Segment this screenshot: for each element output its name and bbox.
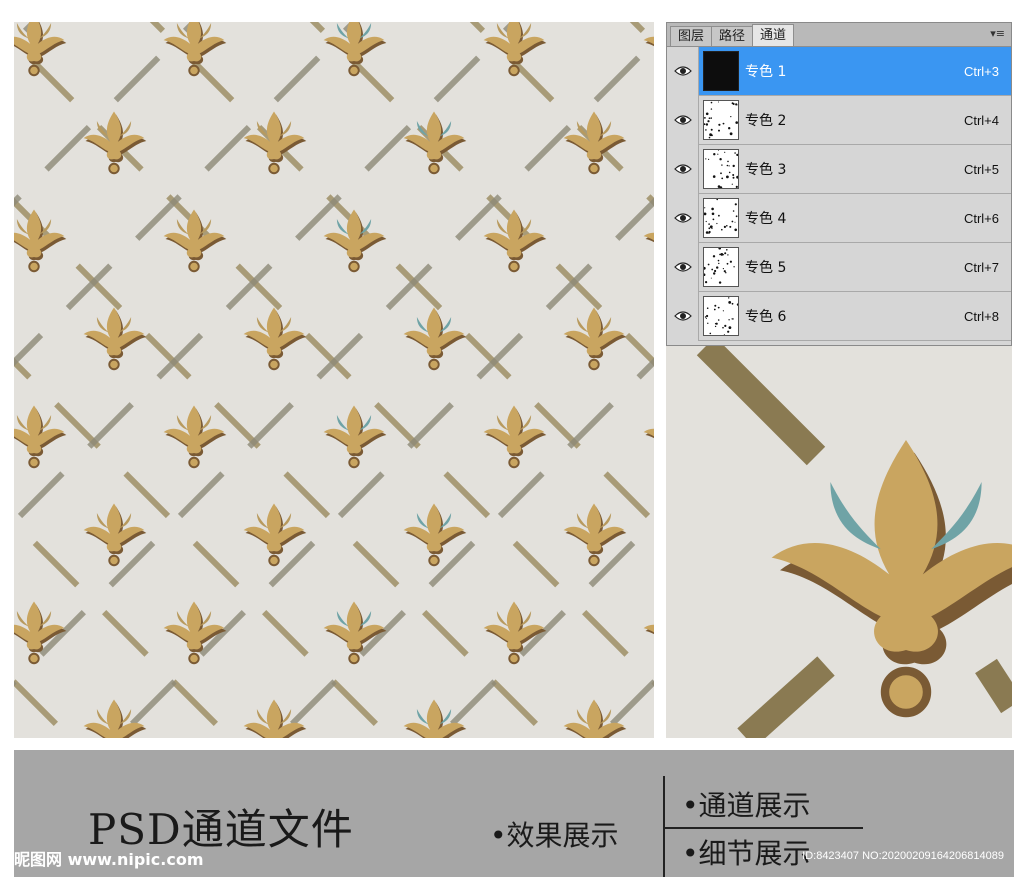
eye-icon[interactable] <box>667 242 699 292</box>
divider-horizontal <box>663 827 863 829</box>
channel-thumbnail <box>703 51 739 91</box>
channel-row[interactable]: 专色 1 Ctrl+3 <box>667 46 1011 96</box>
eye-icon[interactable] <box>667 291 699 341</box>
pattern-preview <box>14 22 654 738</box>
damask-pattern <box>14 22 654 738</box>
channel-name: 专色 6 <box>745 309 787 325</box>
channel-shortcut: Ctrl+3 <box>963 63 999 79</box>
eye-icon[interactable] <box>667 193 699 243</box>
watermark-logo: 昵图网 www.nipic.com <box>14 850 204 869</box>
channel-name: 专色 3 <box>745 162 787 178</box>
damask-detail <box>666 346 1012 738</box>
tab-paths[interactable]: 路径 <box>711 26 754 46</box>
channel-name: 专色 2 <box>745 113 787 129</box>
channel-row[interactable]: 专色 2 Ctrl+4 <box>667 95 1011 145</box>
channel-shortcut: Ctrl+4 <box>963 112 999 128</box>
detail-label: •细节展示 <box>682 837 811 870</box>
channel-name: 专色 5 <box>745 260 787 276</box>
channel-thumbnail <box>703 198 739 238</box>
channel-thumbnail <box>703 149 739 189</box>
detail-preview <box>666 346 1012 738</box>
channel-shortcut: Ctrl+6 <box>963 210 999 226</box>
eye-icon[interactable] <box>667 144 699 194</box>
channel-row[interactable]: 专色 5 Ctrl+7 <box>667 242 1011 292</box>
tab-channels[interactable]: 通道 <box>752 24 795 46</box>
channel-shortcut: Ctrl+5 <box>963 161 999 177</box>
eye-icon[interactable] <box>667 95 699 145</box>
channels-panel: 图层 路径 通道 ▾≡ 专色 1 Ctrl+3 专色 2 Ctrl+4 专色 3 Ctrl… <box>666 22 1012 346</box>
channel-row[interactable]: 专色 4 Ctrl+6 <box>667 193 1011 243</box>
watermark-id: ID:8423407 NO:20200209164206814089 <box>802 850 1004 862</box>
channel-name: 专色 1 <box>745 64 787 80</box>
panel-menu-icon[interactable]: ▾≡ <box>990 27 1005 40</box>
channel-label: •通道展示 <box>682 789 811 822</box>
channel-row[interactable]: 专色 3 Ctrl+5 <box>667 144 1011 194</box>
panel-tabs: 图层 路径 通道 ▾≡ <box>667 23 1011 47</box>
eye-icon[interactable] <box>667 46 699 96</box>
channel-shortcut: Ctrl+8 <box>963 308 999 324</box>
channel-row[interactable]: 专色 6 Ctrl+8 <box>667 291 1011 341</box>
effect-label: •效果展示 <box>490 819 619 852</box>
channel-thumbnail <box>703 247 739 287</box>
channel-thumbnail <box>703 100 739 140</box>
footer-band: PSD通道文件 •效果展示 •通道展示 •细节展示 昵图网 www.nipic.… <box>14 750 1014 877</box>
channel-name: 专色 4 <box>745 211 787 227</box>
channel-shortcut: Ctrl+7 <box>963 259 999 275</box>
channel-list: 专色 1 Ctrl+3 专色 2 Ctrl+4 专色 3 Ctrl+5 专色 4 Ctrl+6… <box>667 46 1011 341</box>
tab-layers[interactable]: 图层 <box>670 26 713 46</box>
channel-thumbnail <box>703 296 739 336</box>
